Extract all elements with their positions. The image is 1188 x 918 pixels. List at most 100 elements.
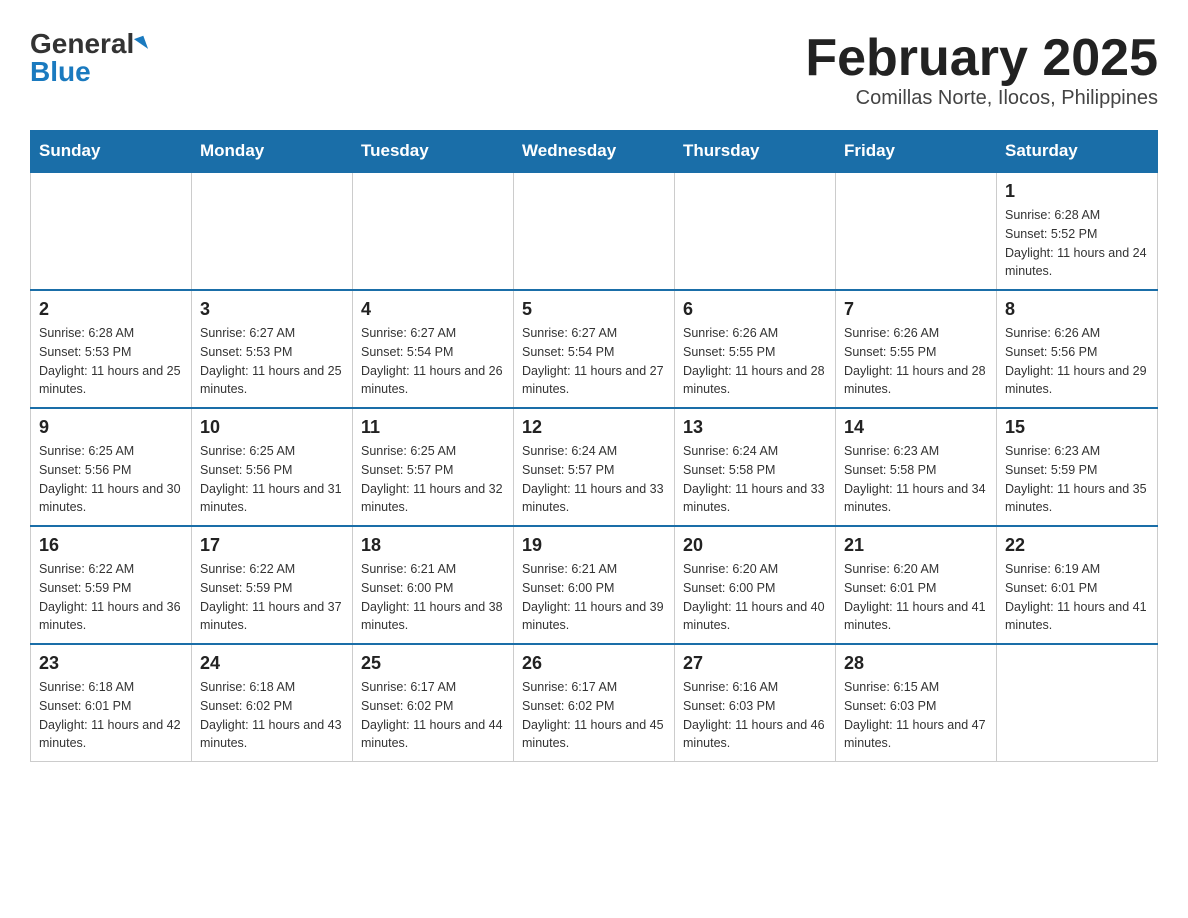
- day-info: Sunrise: 6:15 AM Sunset: 6:03 PM Dayligh…: [844, 678, 988, 753]
- day-info: Sunrise: 6:26 AM Sunset: 5:56 PM Dayligh…: [1005, 324, 1149, 399]
- calendar-cell: 21 Sunrise: 6:20 AM Sunset: 6:01 PM Dayli…: [836, 526, 997, 644]
- day-info: Sunrise: 6:27 AM Sunset: 5:54 PM Dayligh…: [522, 324, 666, 399]
- day-info: Sunrise: 6:17 AM Sunset: 6:02 PM Dayligh…: [361, 678, 505, 753]
- day-number: 13: [683, 417, 827, 438]
- header-row: SundayMondayTuesdayWednesdayThursdayFrid…: [31, 131, 1158, 173]
- day-info: Sunrise: 6:27 AM Sunset: 5:53 PM Dayligh…: [200, 324, 344, 399]
- column-header-sunday: Sunday: [31, 131, 192, 173]
- page-header: General Blue February 2025 Comillas Nort…: [30, 30, 1158, 110]
- calendar-cell: 15 Sunrise: 6:23 AM Sunset: 5:59 PM Dayli…: [997, 408, 1158, 526]
- calendar-cell: 25 Sunrise: 6:17 AM Sunset: 6:02 PM Dayli…: [353, 644, 514, 762]
- calendar-cell: 28 Sunrise: 6:15 AM Sunset: 6:03 PM Dayli…: [836, 644, 997, 762]
- day-info: Sunrise: 6:21 AM Sunset: 6:00 PM Dayligh…: [522, 560, 666, 635]
- day-info: Sunrise: 6:26 AM Sunset: 5:55 PM Dayligh…: [683, 324, 827, 399]
- day-number: 7: [844, 299, 988, 320]
- day-info: Sunrise: 6:25 AM Sunset: 5:57 PM Dayligh…: [361, 442, 505, 517]
- logo-general: General: [30, 30, 134, 58]
- calendar-cell: 26 Sunrise: 6:17 AM Sunset: 6:02 PM Dayli…: [514, 644, 675, 762]
- day-info: Sunrise: 6:22 AM Sunset: 5:59 PM Dayligh…: [200, 560, 344, 635]
- calendar-cell: 2 Sunrise: 6:28 AM Sunset: 5:53 PM Daylig…: [31, 290, 192, 408]
- calendar-cell: 17 Sunrise: 6:22 AM Sunset: 5:59 PM Dayli…: [192, 526, 353, 644]
- day-number: 16: [39, 535, 183, 556]
- calendar-cell: 10Sunrise: 6:25 AM Sunset: 5:56 PM Dayli…: [192, 408, 353, 526]
- logo: General Blue: [30, 30, 146, 86]
- day-number: 3: [200, 299, 344, 320]
- day-number: 6: [683, 299, 827, 320]
- calendar-cell: 13 Sunrise: 6:24 AM Sunset: 5:58 PM Dayli…: [675, 408, 836, 526]
- column-header-friday: Friday: [836, 131, 997, 173]
- calendar-week-5: 23 Sunrise: 6:18 AM Sunset: 6:01 PM Dayli…: [31, 644, 1158, 762]
- day-info: Sunrise: 6:17 AM Sunset: 6:02 PM Dayligh…: [522, 678, 666, 753]
- day-number: 25: [361, 653, 505, 674]
- day-info: Sunrise: 6:24 AM Sunset: 5:58 PM Dayligh…: [683, 442, 827, 517]
- column-header-saturday: Saturday: [997, 131, 1158, 173]
- day-info: Sunrise: 6:23 AM Sunset: 5:59 PM Dayligh…: [1005, 442, 1149, 517]
- calendar-cell: 22 Sunrise: 6:19 AM Sunset: 6:01 PM Dayli…: [997, 526, 1158, 644]
- day-number: 10: [200, 417, 344, 438]
- column-header-monday: Monday: [192, 131, 353, 173]
- column-header-wednesday: Wednesday: [514, 131, 675, 173]
- calendar-cell: 24Sunrise: 6:18 AM Sunset: 6:02 PM Dayli…: [192, 644, 353, 762]
- day-number: 19: [522, 535, 666, 556]
- calendar-header: SundayMondayTuesdayWednesdayThursdayFrid…: [31, 131, 1158, 173]
- column-header-thursday: Thursday: [675, 131, 836, 173]
- calendar-cell: 18 Sunrise: 6:21 AM Sunset: 6:00 PM Dayli…: [353, 526, 514, 644]
- calendar-cell: 7 Sunrise: 6:26 AM Sunset: 5:55 PM Daylig…: [836, 290, 997, 408]
- day-number: 17: [200, 535, 344, 556]
- day-number: 23: [39, 653, 183, 674]
- calendar-cell: 27Sunrise: 6:16 AM Sunset: 6:03 PM Dayli…: [675, 644, 836, 762]
- calendar-cell: 5 Sunrise: 6:27 AM Sunset: 5:54 PM Daylig…: [514, 290, 675, 408]
- day-number: 5: [522, 299, 666, 320]
- day-number: 22: [1005, 535, 1149, 556]
- calendar-cell: 8Sunrise: 6:26 AM Sunset: 5:56 PM Daylig…: [997, 290, 1158, 408]
- calendar-cell: 23 Sunrise: 6:18 AM Sunset: 6:01 PM Dayli…: [31, 644, 192, 762]
- calendar-cell: 9Sunrise: 6:25 AM Sunset: 5:56 PM Daylig…: [31, 408, 192, 526]
- calendar-cell: 12 Sunrise: 6:24 AM Sunset: 5:57 PM Dayli…: [514, 408, 675, 526]
- calendar-cell: [675, 172, 836, 290]
- calendar-cell: 11Sunrise: 6:25 AM Sunset: 5:57 PM Dayli…: [353, 408, 514, 526]
- day-number: 28: [844, 653, 988, 674]
- day-number: 20: [683, 535, 827, 556]
- day-number: 1: [1005, 181, 1149, 202]
- calendar-week-2: 2 Sunrise: 6:28 AM Sunset: 5:53 PM Daylig…: [31, 290, 1158, 408]
- calendar-week-1: 1 Sunrise: 6:28 AM Sunset: 5:52 PM Daylig…: [31, 172, 1158, 290]
- day-info: Sunrise: 6:28 AM Sunset: 5:53 PM Dayligh…: [39, 324, 183, 399]
- day-number: 4: [361, 299, 505, 320]
- day-info: Sunrise: 6:18 AM Sunset: 6:01 PM Dayligh…: [39, 678, 183, 753]
- calendar-cell: [353, 172, 514, 290]
- day-info: Sunrise: 6:21 AM Sunset: 6:00 PM Dayligh…: [361, 560, 505, 635]
- day-info: Sunrise: 6:20 AM Sunset: 6:00 PM Dayligh…: [683, 560, 827, 635]
- day-number: 26: [522, 653, 666, 674]
- day-number: 18: [361, 535, 505, 556]
- day-number: 21: [844, 535, 988, 556]
- calendar-cell: 19 Sunrise: 6:21 AM Sunset: 6:00 PM Dayli…: [514, 526, 675, 644]
- day-info: Sunrise: 6:24 AM Sunset: 5:57 PM Dayligh…: [522, 442, 666, 517]
- calendar-title: February 2025: [805, 30, 1158, 87]
- day-number: 12: [522, 417, 666, 438]
- column-header-tuesday: Tuesday: [353, 131, 514, 173]
- day-number: 9: [39, 417, 183, 438]
- calendar-cell: 6 Sunrise: 6:26 AM Sunset: 5:55 PM Daylig…: [675, 290, 836, 408]
- calendar-cell: [997, 644, 1158, 762]
- calendar-cell: 20 Sunrise: 6:20 AM Sunset: 6:00 PM Dayli…: [675, 526, 836, 644]
- day-info: Sunrise: 6:28 AM Sunset: 5:52 PM Dayligh…: [1005, 206, 1149, 281]
- day-info: Sunrise: 6:18 AM Sunset: 6:02 PM Dayligh…: [200, 678, 344, 753]
- calendar-cell: [836, 172, 997, 290]
- calendar-cell: [192, 172, 353, 290]
- calendar-cell: [514, 172, 675, 290]
- calendar-week-3: 9Sunrise: 6:25 AM Sunset: 5:56 PM Daylig…: [31, 408, 1158, 526]
- day-number: 15: [1005, 417, 1149, 438]
- logo-triangle-icon: [134, 36, 148, 53]
- day-number: 2: [39, 299, 183, 320]
- calendar-body: 1 Sunrise: 6:28 AM Sunset: 5:52 PM Daylig…: [31, 172, 1158, 762]
- logo-blue: Blue: [30, 58, 91, 86]
- day-info: Sunrise: 6:20 AM Sunset: 6:01 PM Dayligh…: [844, 560, 988, 635]
- day-number: 14: [844, 417, 988, 438]
- calendar-subtitle: Comillas Norte, Ilocos, Philippines: [805, 87, 1158, 110]
- day-info: Sunrise: 6:22 AM Sunset: 5:59 PM Dayligh…: [39, 560, 183, 635]
- calendar-cell: 4Sunrise: 6:27 AM Sunset: 5:54 PM Daylig…: [353, 290, 514, 408]
- calendar-cell: [31, 172, 192, 290]
- day-info: Sunrise: 6:26 AM Sunset: 5:55 PM Dayligh…: [844, 324, 988, 399]
- title-block: February 2025 Comillas Norte, Ilocos, Ph…: [805, 30, 1158, 110]
- day-info: Sunrise: 6:19 AM Sunset: 6:01 PM Dayligh…: [1005, 560, 1149, 635]
